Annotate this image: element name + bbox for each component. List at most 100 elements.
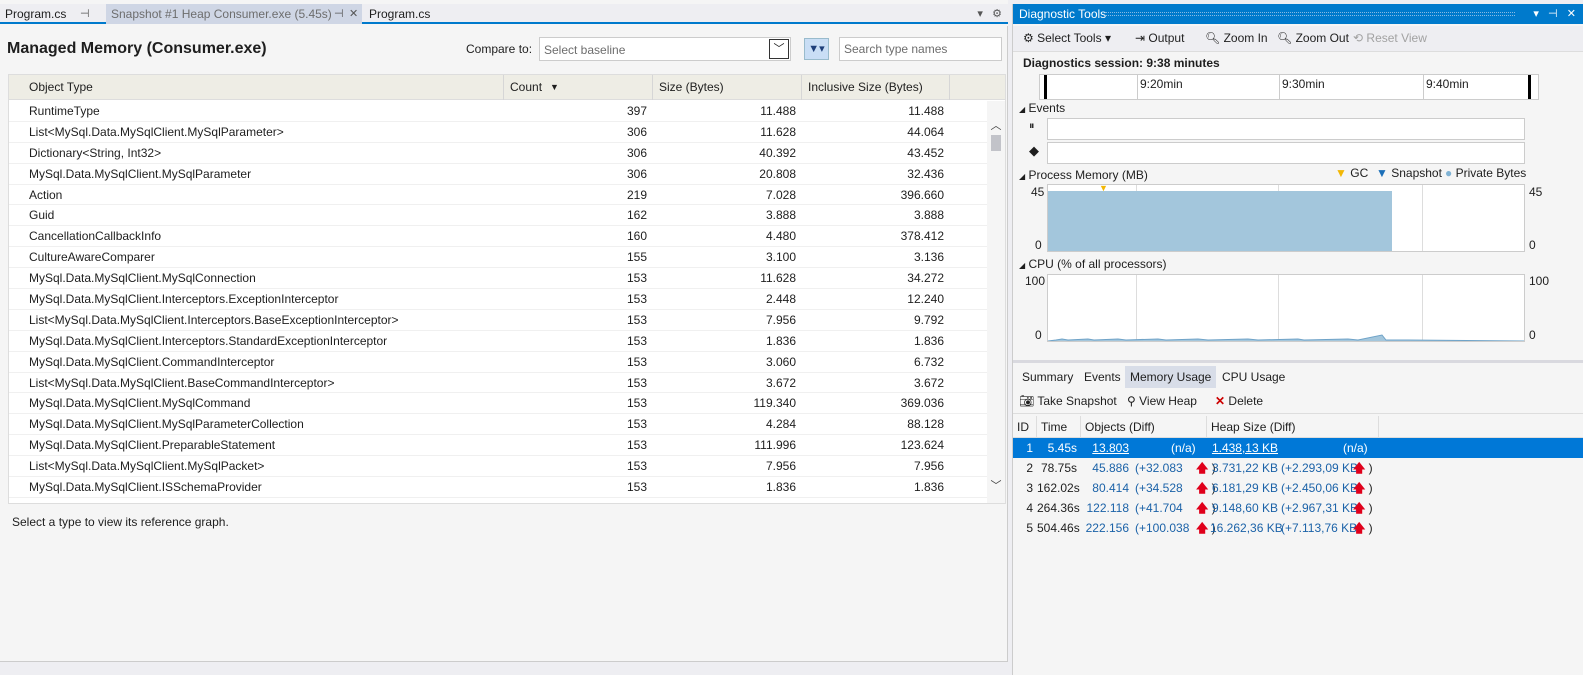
drag-grip[interactable] [1105, 12, 1515, 16]
cell-id: 4 [1026, 501, 1033, 515]
cell-time: 78.75s [1040, 461, 1077, 475]
cpu-section-title[interactable]: ◢ CPU (% of all processors) [1019, 257, 1167, 271]
column-heap-size-diff[interactable]: Heap Size (Diff) [1207, 416, 1379, 438]
heap-size-link[interactable]: 6.181,29 KB [1210, 478, 1278, 498]
timeline-start-marker[interactable] [1044, 75, 1047, 99]
pin-icon[interactable]: ⊣ [80, 4, 90, 24]
filter-button[interactable]: ▼▾ [804, 38, 829, 60]
chevron-down-icon[interactable]: ﹀ [769, 39, 789, 59]
tab-program-cs-2[interactable]: Program.cs [364, 4, 454, 24]
column-time[interactable]: Time [1037, 416, 1081, 438]
objects-link[interactable]: 13.803 [1083, 438, 1129, 458]
table-row[interactable]: MySql.Data.MySqlClient.MySqlCommand 153 11… [9, 393, 989, 415]
objects-diff[interactable]: (+41.704 [1135, 498, 1183, 518]
take-snapshot-button[interactable]: 📷︎ Take Snapshot [1019, 394, 1117, 408]
memory-chart[interactable]: ▼ [1047, 183, 1525, 252]
heap-diff[interactable]: (+2.450,06 KB [1281, 478, 1358, 498]
close-icon[interactable]: ✕ [1567, 8, 1576, 20]
objects-link[interactable]: 45.886 [1083, 458, 1129, 478]
legend-label: Snapshot [1391, 166, 1442, 180]
snapshot-row[interactable]: 1 5.45s 13.803 (n/a) 1.438,13 KB (n/a) [1013, 438, 1583, 458]
column-id[interactable]: ID [1013, 416, 1037, 438]
timeline-end-marker[interactable] [1528, 75, 1531, 99]
snapshot-row[interactable]: 3 162.02s 80.414 (+34.528 🡅 ) 6.181,29 KB (+2.… [1013, 478, 1583, 498]
timeline-ruler[interactable]: 9:20min 9:30min 9:40min [1039, 74, 1539, 100]
cpu-chart[interactable] [1047, 274, 1525, 342]
column-count[interactable]: Count ▼ [504, 75, 653, 100]
vertical-scrollbar[interactable]: ︿ ﹀ [987, 101, 1005, 503]
dropdown-icon[interactable]: ▾ [1533, 8, 1539, 20]
heap-diff[interactable]: (+2.293,09 KB [1281, 458, 1358, 478]
tab-snapshot-heap[interactable]: Snapshot #1 Heap Consumer.exe (5.45s) ⊣ … [106, 4, 362, 24]
tab-events[interactable]: Events [1079, 366, 1126, 388]
snapshot-row[interactable]: 4 264.36s 122.118 (+41.704 🡅 ) 9.148,60 KB (+2… [1013, 498, 1583, 518]
objects-diff[interactable]: (+34.528 [1135, 478, 1183, 498]
scroll-up-icon[interactable]: ︿ [987, 117, 1005, 133]
table-row[interactable]: MySql.Data.MySqlClient.PreparableStateme… [9, 435, 989, 457]
scroll-thumb[interactable] [991, 135, 1001, 151]
table-row[interactable]: MySql.Data.MySqlClient.MySqlParameter 306… [9, 164, 989, 185]
objects-diff[interactable]: (+32.083 [1135, 458, 1183, 478]
table-row[interactable]: MySql.Data.MySqlClient.MySqlParameterCol… [9, 414, 989, 436]
table-row[interactable]: MySql.Data.MySqlClient.MySqlConnection 15… [9, 268, 989, 290]
column-size[interactable]: Size (Bytes) [653, 75, 802, 100]
tab-memory-usage[interactable]: Memory Usage [1125, 366, 1217, 388]
column-objects-diff[interactable]: Objects (Diff) [1081, 416, 1207, 438]
heap-size-link[interactable]: 16.262,36 KB [1210, 518, 1283, 538]
table-row[interactable]: List<MySql.Data.MySqlClient.MySqlPacket>… [9, 456, 989, 478]
baseline-select[interactable]: Select baseline ﹀ [539, 37, 791, 61]
snapshot-row[interactable]: 5 504.46s 222.156 (+100.038 🡅 ) 16.262,36 KB(… [1013, 518, 1583, 538]
table-row[interactable]: CultureAwareComparer 155 3.100 3.136 [9, 247, 989, 269]
select-tools-button[interactable]: ⚙ Select Tools ▾ [1023, 31, 1111, 45]
heap-size-link[interactable]: 9.148,60 KB [1210, 498, 1278, 518]
cell-count: 153 [626, 396, 647, 411]
table-row[interactable]: List<MySql.Data.MySqlClient.BaseCommandI… [9, 373, 989, 394]
dropdown-icon[interactable]: ▾ [977, 8, 983, 20]
zoom-out-button[interactable]: 🔍︎ Zoom Out [1277, 31, 1349, 45]
scroll-down-icon[interactable]: ﹀ [987, 477, 1005, 493]
objects-link[interactable]: 122.118 [1083, 498, 1130, 518]
table-row[interactable]: Guid 162 3.888 3.888 [9, 205, 989, 227]
column-inclusive-size[interactable]: Inclusive Size (Bytes) [802, 75, 950, 100]
pin-icon[interactable]: ⊣ [334, 4, 344, 24]
table-row[interactable]: MySql.Data.MySqlClient.Interceptors.Stan… [9, 331, 989, 352]
up-arrow-icon: 🡅 ) [1353, 521, 1373, 535]
objects-diff[interactable]: (n/a) [1171, 438, 1196, 458]
heap-diff[interactable]: (+7.113,76 KB [1281, 518, 1357, 538]
objects-diff[interactable]: (+100.038 [1135, 518, 1189, 538]
column-object-type[interactable]: Object Type [9, 75, 504, 100]
view-heap-button[interactable]: ⚲ View Heap [1127, 394, 1197, 408]
objects-link[interactable]: 80.414 [1083, 478, 1129, 498]
heap-size-link[interactable]: 3.731,22 KB [1210, 458, 1278, 478]
snapshot-row[interactable]: 2 78.75s 45.886 (+32.083 🡅 ) 3.731,22 KB (+2.2… [1013, 458, 1583, 478]
table-row[interactable]: MySql.Data.MySqlClient.ISSchemaProvider 1… [9, 477, 989, 498]
heap-size-link[interactable]: 1.438,13 KB [1210, 438, 1278, 458]
table-row[interactable]: CancellationCallbackInfo 160 4.480 378.412 [9, 226, 989, 248]
reset-view-button[interactable]: ⟲ Reset View [1353, 31, 1427, 45]
table-row[interactable]: List<MySql.Data.MySqlClient.Interceptors… [9, 310, 989, 331]
table-row[interactable]: RuntimeType 397 11.488 11.488 [9, 101, 989, 122]
table-row[interactable]: Action 219 7.028 396.660 [9, 185, 989, 206]
heap-diff[interactable]: (n/a) [1343, 438, 1368, 458]
memory-section-title[interactable]: ◢ Process Memory (MB) [1019, 168, 1148, 182]
events-section-title[interactable]: ◢ Events [1019, 101, 1065, 115]
heap-diff[interactable]: (+2.967,31 KB [1281, 498, 1358, 518]
gear-icon[interactable]: ⚙ [992, 8, 1002, 20]
table-row[interactable]: MySql.Data.MySqlClient.CommandIntercepto… [9, 352, 989, 373]
delete-button[interactable]: ✕ Delete [1215, 394, 1263, 408]
gc-marker-icon: ▼ [1099, 183, 1108, 193]
table-row[interactable]: Dictionary<String, Int32> 306 40.392 43.452 [9, 143, 989, 164]
zoom-in-button[interactable]: 🔍︎ Zoom In [1205, 31, 1268, 45]
search-input[interactable] [839, 37, 1002, 61]
tab-program-cs-1[interactable]: Program.cs ⊣ [0, 4, 104, 24]
cell-size: 11.628 [760, 271, 796, 286]
table-row[interactable]: MySql.Data.MySqlClient.Interceptors.Exce… [9, 289, 989, 310]
tab-summary[interactable]: Summary [1017, 366, 1078, 388]
output-button[interactable]: ⇥ Output [1135, 31, 1184, 45]
table-row[interactable]: List<MySql.Data.MySqlClient.MySqlParamet… [9, 122, 989, 143]
tab-cpu-usage[interactable]: CPU Usage [1217, 366, 1290, 388]
pin-icon[interactable]: ⊣ [1548, 8, 1558, 20]
pane-splitter[interactable] [1013, 360, 1583, 363]
close-icon[interactable]: ✕ [349, 4, 358, 24]
objects-link[interactable]: 222.156 [1083, 518, 1129, 538]
